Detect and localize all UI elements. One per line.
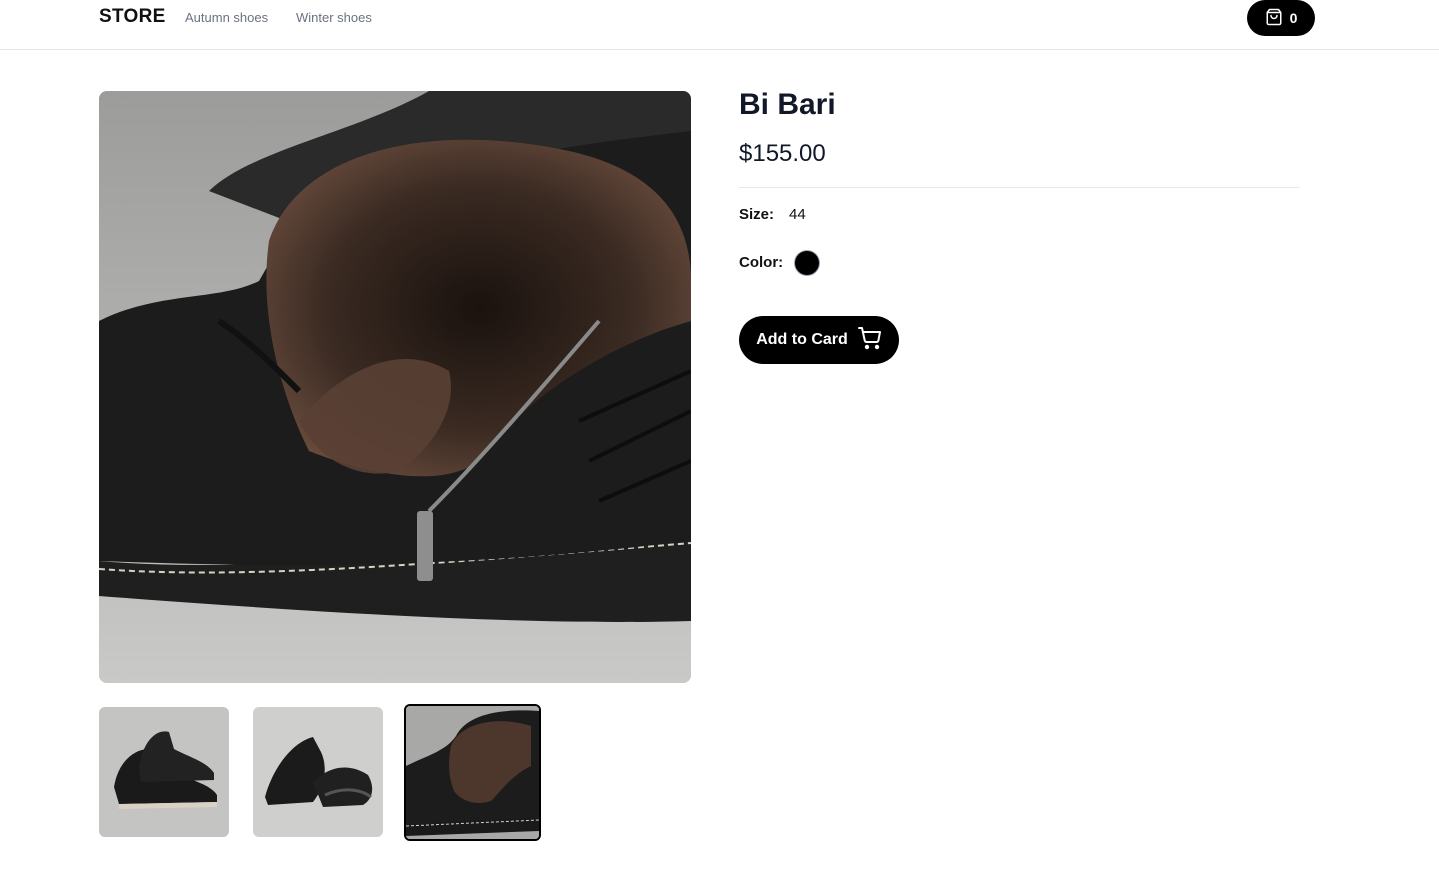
navbar: STORE Autumn shoes Winter shoes 0 — [0, 0, 1439, 50]
add-to-cart-button[interactable]: Add to Card — [739, 316, 899, 364]
product-price: $155.00 — [739, 140, 826, 167]
thumbnail-1[interactable] — [99, 707, 229, 837]
cart-icon — [857, 326, 882, 355]
thumbnail-2[interactable] — [253, 707, 383, 837]
color-label: Color: — [739, 254, 784, 271]
product-title: Bi Bari — [739, 88, 836, 121]
shopping-bag-icon — [1265, 8, 1283, 29]
cart-count: 0 — [1289, 10, 1298, 26]
cart-button[interactable]: 0 — [1247, 0, 1315, 36]
thumbnail-3-selected[interactable] — [404, 704, 541, 841]
color-swatch-black[interactable] — [795, 251, 819, 275]
nav-link-winter-shoes[interactable]: Winter shoes — [296, 10, 372, 25]
size-label: Size: — [739, 206, 775, 223]
product-main-image — [99, 91, 691, 683]
divider — [739, 187, 1300, 188]
store-logo[interactable]: STORE — [99, 6, 166, 28]
nav-link-autumn-shoes[interactable]: Autumn shoes — [185, 10, 268, 25]
add-to-cart-label: Add to Card — [756, 331, 848, 348]
size-value: 44 — [789, 206, 806, 223]
